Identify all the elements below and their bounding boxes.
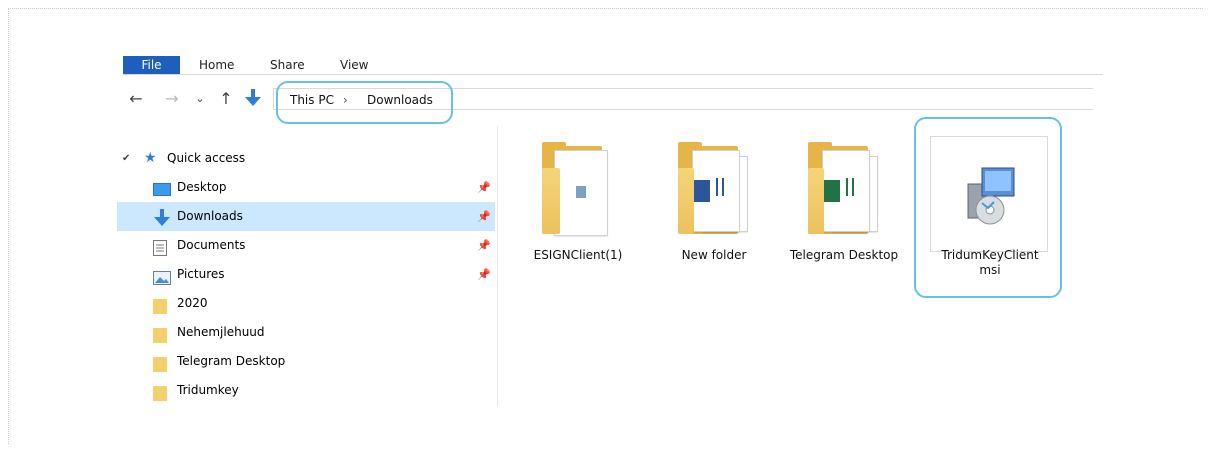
file-item-telegram-desktop[interactable]: Telegram Desktop <box>788 140 900 263</box>
pin-icon[interactable]: 📌 <box>477 260 491 289</box>
file-name: New folder <box>681 248 747 262</box>
pin-icon[interactable]: 📌 <box>477 231 491 260</box>
sidebar-item-nehemjlehuud[interactable]: Nehemjlehuud <box>117 318 495 347</box>
sidebar-item-label: Nehemjlehuud <box>177 325 265 339</box>
ribbon-divider <box>123 74 1103 75</box>
sidebar-item-label: 2020 <box>177 296 208 310</box>
folder-icon <box>672 140 756 240</box>
folder-icon <box>153 296 169 314</box>
tab-home[interactable]: Home <box>199 56 234 76</box>
download-arrow-icon <box>153 209 170 226</box>
folder-icon <box>802 140 886 240</box>
folder-icon <box>536 140 620 240</box>
file-name-line-2: msi <box>979 263 1001 277</box>
sidebar-item-label: Tridumkey <box>177 383 239 397</box>
sidebar-item-2020[interactable]: 2020 <box>117 289 495 318</box>
breadcrumb-separator-icon[interactable]: › <box>343 89 348 111</box>
sidebar-item-telegram-desktop[interactable]: Telegram Desktop <box>117 347 495 376</box>
expand-chevron-icon[interactable]: ✔ <box>122 144 130 173</box>
downloads-location-icon <box>244 88 262 110</box>
navigation-bar: ← → ⌄ ↑ This PC › Downloads <box>123 86 1103 114</box>
desktop-icon <box>153 180 171 196</box>
address-bar[interactable]: This PC › Downloads <box>273 88 1093 110</box>
file-name: Telegram Desktop <box>789 248 899 262</box>
sidebar-item-downloads[interactable]: Downloads 📌 <box>117 202 495 231</box>
file-item-esignclient[interactable]: ESIGNClient(1) <box>518 140 638 263</box>
folder-icon <box>153 354 169 372</box>
pane-divider <box>497 126 498 406</box>
breadcrumb-this-pc[interactable]: This PC <box>290 89 334 111</box>
file-item-new-folder[interactable]: New folder <box>654 140 774 263</box>
breadcrumb-downloads[interactable]: Downloads <box>367 89 433 111</box>
navigation-pane: ✔ ★ Quick access Desktop 📌 Downloads 📌 D… <box>117 144 495 405</box>
sidebar-item-label: Quick access <box>167 151 246 165</box>
up-arrow-icon[interactable]: ↑ <box>217 88 235 110</box>
sidebar-item-label: Downloads <box>177 209 243 223</box>
folder-icon <box>153 383 169 401</box>
file-name: ESIGNClient(1) <box>533 248 623 262</box>
pictures-icon <box>153 267 171 285</box>
sidebar-item-tridumkey[interactable]: Tridumkey <box>117 376 495 405</box>
tab-file[interactable]: File <box>123 56 180 74</box>
sidebar-item-label: Documents <box>177 238 246 252</box>
sidebar-item-quick-access[interactable]: ✔ ★ Quick access <box>117 144 495 173</box>
back-arrow-icon[interactable]: ← <box>127 88 145 110</box>
tab-share[interactable]: Share <box>270 56 305 76</box>
sidebar-item-documents[interactable]: Documents 📌 <box>117 231 495 260</box>
forward-arrow-icon[interactable]: → <box>163 88 181 110</box>
recent-locations-chevron-icon[interactable]: ⌄ <box>191 88 209 110</box>
sidebar-item-label: Desktop <box>177 180 227 194</box>
tab-view[interactable]: View <box>340 56 368 76</box>
sidebar-item-label: Pictures <box>177 267 225 281</box>
file-name-line-1: TridumKeyClient <box>941 248 1039 262</box>
file-item-tridumkeyclient-msi[interactable]: TridumKeyClient msi <box>930 140 1050 278</box>
msi-installer-icon <box>948 140 1032 240</box>
folder-icon <box>153 325 169 343</box>
pin-icon[interactable]: 📌 <box>477 173 491 202</box>
file-name: TridumKeyClient msi <box>930 248 1050 278</box>
star-icon: ★ <box>144 150 157 166</box>
documents-icon <box>153 238 169 256</box>
pin-icon[interactable]: 📌 <box>477 202 491 231</box>
sidebar-item-desktop[interactable]: Desktop 📌 <box>117 173 495 202</box>
sidebar-item-label: Telegram Desktop <box>177 354 286 368</box>
sidebar-item-pictures[interactable]: Pictures 📌 <box>117 260 495 289</box>
